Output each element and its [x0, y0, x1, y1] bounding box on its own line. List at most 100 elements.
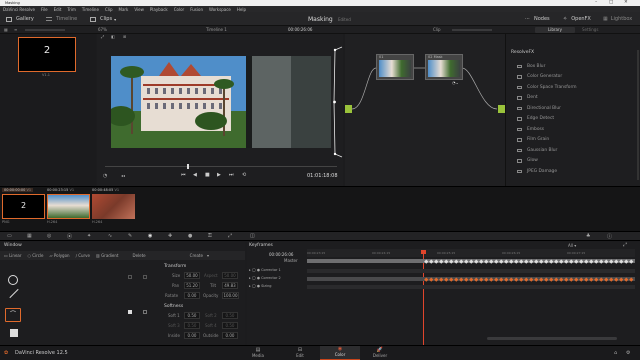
- tilt-field[interactable]: 49.83: [222, 282, 238, 289]
- clip-3-thumbnail[interactable]: [92, 194, 135, 219]
- zoom-level[interactable]: 67%: [98, 27, 107, 32]
- sizing-icon[interactable]: ⤢: [228, 233, 232, 239]
- viewer-image[interactable]: [111, 56, 331, 148]
- curves-icon[interactable]: ∿: [108, 233, 112, 239]
- audio-icon[interactable]: ◔: [103, 173, 107, 179]
- color-wheels-icon[interactable]: ◎: [47, 233, 51, 239]
- viewer-tool-icon[interactable]: ⤢: [101, 34, 106, 39]
- source-input-node[interactable]: [345, 105, 352, 113]
- soft4-field[interactable]: 0.50: [222, 322, 238, 329]
- pan-field[interactable]: 51.20: [184, 282, 200, 289]
- play-icon[interactable]: ▶: [217, 172, 221, 178]
- clip-2-thumbnail[interactable]: [47, 194, 90, 219]
- sizing-track[interactable]: [307, 285, 635, 289]
- soft3-field[interactable]: 0.50: [184, 322, 200, 329]
- fx-item[interactable]: Box Blur: [506, 61, 640, 72]
- blur-icon[interactable]: ●: [188, 233, 192, 239]
- window-active-toggle[interactable]: [128, 310, 132, 314]
- rgb-mixer-icon[interactable]: ⦿: [67, 233, 72, 240]
- page-color[interactable]: ◉ Color: [320, 346, 360, 360]
- viewer-split-icon[interactable]: ⊞: [123, 34, 126, 39]
- menu-file[interactable]: File: [41, 7, 48, 12]
- list-icon[interactable]: ≡: [14, 27, 17, 32]
- page-media[interactable]: ▤ Media: [243, 347, 273, 360]
- tracker-icon[interactable]: ✚: [168, 233, 172, 239]
- mask-window-outline[interactable]: [333, 46, 343, 158]
- menu-mark[interactable]: Mark: [119, 7, 129, 12]
- tab-settings[interactable]: Settings: [582, 27, 598, 32]
- reverse-icon[interactable]: ◀: [193, 172, 197, 178]
- gradient-window-icon[interactable]: [10, 329, 18, 337]
- menu-timeline[interactable]: Timeline: [82, 7, 99, 12]
- opacity-field[interactable]: 100.00: [222, 292, 239, 299]
- nodes-toggle[interactable]: ⋯ Nodes: [525, 12, 550, 26]
- circle-shape-button[interactable]: ○ Circle: [28, 253, 44, 258]
- settings-gear-icon[interactable]: ⚙: [626, 350, 630, 356]
- keyframes-scrollbar[interactable]: [487, 337, 617, 340]
- timeline-name[interactable]: Timeline 1: [206, 27, 227, 32]
- delete-button[interactable]: Delete: [133, 253, 146, 258]
- create-button[interactable]: Create: [190, 253, 203, 258]
- fx-item[interactable]: Film Grain: [506, 135, 640, 146]
- timeline-toggle[interactable]: Timeline: [46, 12, 77, 26]
- viewer-wipe-icon[interactable]: ◧: [111, 34, 115, 39]
- scrubber-playhead[interactable]: [187, 164, 189, 169]
- menu-playback[interactable]: Playback: [150, 7, 168, 12]
- gallery-toggle[interactable]: Gallery: [6, 12, 34, 26]
- home-icon[interactable]: ⌂: [614, 350, 617, 356]
- fx-item[interactable]: Color Space Transform: [506, 82, 640, 93]
- stereo-icon[interactable]: ◫: [250, 233, 255, 239]
- curve-shape-button[interactable]: ∕ Curve: [76, 253, 90, 258]
- gallery-still[interactable]: 2: [18, 37, 76, 72]
- menu-davinci[interactable]: DaVinci Resolve: [3, 7, 35, 12]
- menu-view[interactable]: View: [134, 7, 144, 12]
- fx-scrollbar[interactable]: [637, 50, 639, 180]
- fx-item[interactable]: Dent: [506, 93, 640, 104]
- page-deliver[interactable]: 🚀 Deliver: [365, 347, 395, 360]
- menu-help[interactable]: Help: [237, 7, 246, 12]
- soft1-field[interactable]: 0.50: [184, 312, 200, 319]
- window-enable-toggle[interactable]: [128, 275, 132, 279]
- tab-library[interactable]: Library: [535, 27, 575, 33]
- size-field[interactable]: 50.00: [184, 272, 200, 279]
- clips-toggle[interactable]: Clips ▾: [90, 12, 116, 26]
- keyframe-playhead[interactable]: [423, 254, 424, 345]
- fx-item[interactable]: Directional Blur: [506, 103, 640, 114]
- output-node[interactable]: [498, 105, 505, 113]
- scopes-icon[interactable]: ♣: [586, 233, 590, 239]
- thumbnail-size-slider[interactable]: [25, 29, 65, 31]
- menu-clip[interactable]: Clip: [105, 7, 113, 12]
- color-match-icon[interactable]: ▦: [27, 233, 32, 239]
- node-02-mask[interactable]: 02 Mask: [425, 54, 463, 80]
- window-tool-icon[interactable]: ◉: [148, 233, 152, 239]
- window-active-invert[interactable]: [143, 310, 147, 314]
- menu-color[interactable]: Color: [174, 7, 184, 12]
- clip-1-thumbnail[interactable]: 2: [2, 194, 45, 219]
- grid-icon[interactable]: ▦: [4, 27, 8, 32]
- fx-item[interactable]: Edge Detect: [506, 114, 640, 125]
- stop-icon[interactable]: ■: [205, 172, 210, 178]
- jog-icon[interactable]: ◂◂: [121, 173, 125, 178]
- keyframe-filter[interactable]: All ▾: [568, 243, 576, 248]
- linear-window-icon[interactable]: [9, 288, 19, 299]
- lightbox-toggle[interactable]: ▦ Lightbox: [603, 12, 632, 26]
- menu-fusion[interactable]: Fusion: [190, 7, 203, 12]
- keyframe-ruler[interactable]: 00:00:23:15 00:00:24:15 00:00:25:15 00:0…: [307, 249, 635, 257]
- qualifier-icon[interactable]: ✎: [128, 233, 132, 239]
- menu-edit[interactable]: Edit: [54, 7, 62, 12]
- go-to-end-icon[interactable]: ⏭: [229, 172, 234, 178]
- menu-workspace[interactable]: Workspace: [209, 7, 231, 12]
- fx-item[interactable]: Color Generator: [506, 72, 640, 83]
- linear-shape-button[interactable]: ▭ Linear: [4, 253, 22, 258]
- loop-icon[interactable]: ⟲: [242, 172, 246, 178]
- page-edit[interactable]: ⊟ Edit: [285, 347, 315, 360]
- aspect-field[interactable]: 50.00: [222, 272, 238, 279]
- outside-field[interactable]: 0.00: [222, 332, 238, 339]
- viewer-scrubber[interactable]: [105, 166, 337, 167]
- motion-effects-icon[interactable]: ✦: [87, 233, 91, 239]
- openfx-toggle[interactable]: ✧ OpenFX: [563, 12, 591, 26]
- track-corrector-2[interactable]: ▸ ◯ ● Corrector 2: [249, 276, 281, 280]
- mode-slider[interactable]: [452, 29, 492, 31]
- soft2-field[interactable]: 0.50: [222, 312, 238, 319]
- info-icon[interactable]: ⓘ: [607, 233, 612, 240]
